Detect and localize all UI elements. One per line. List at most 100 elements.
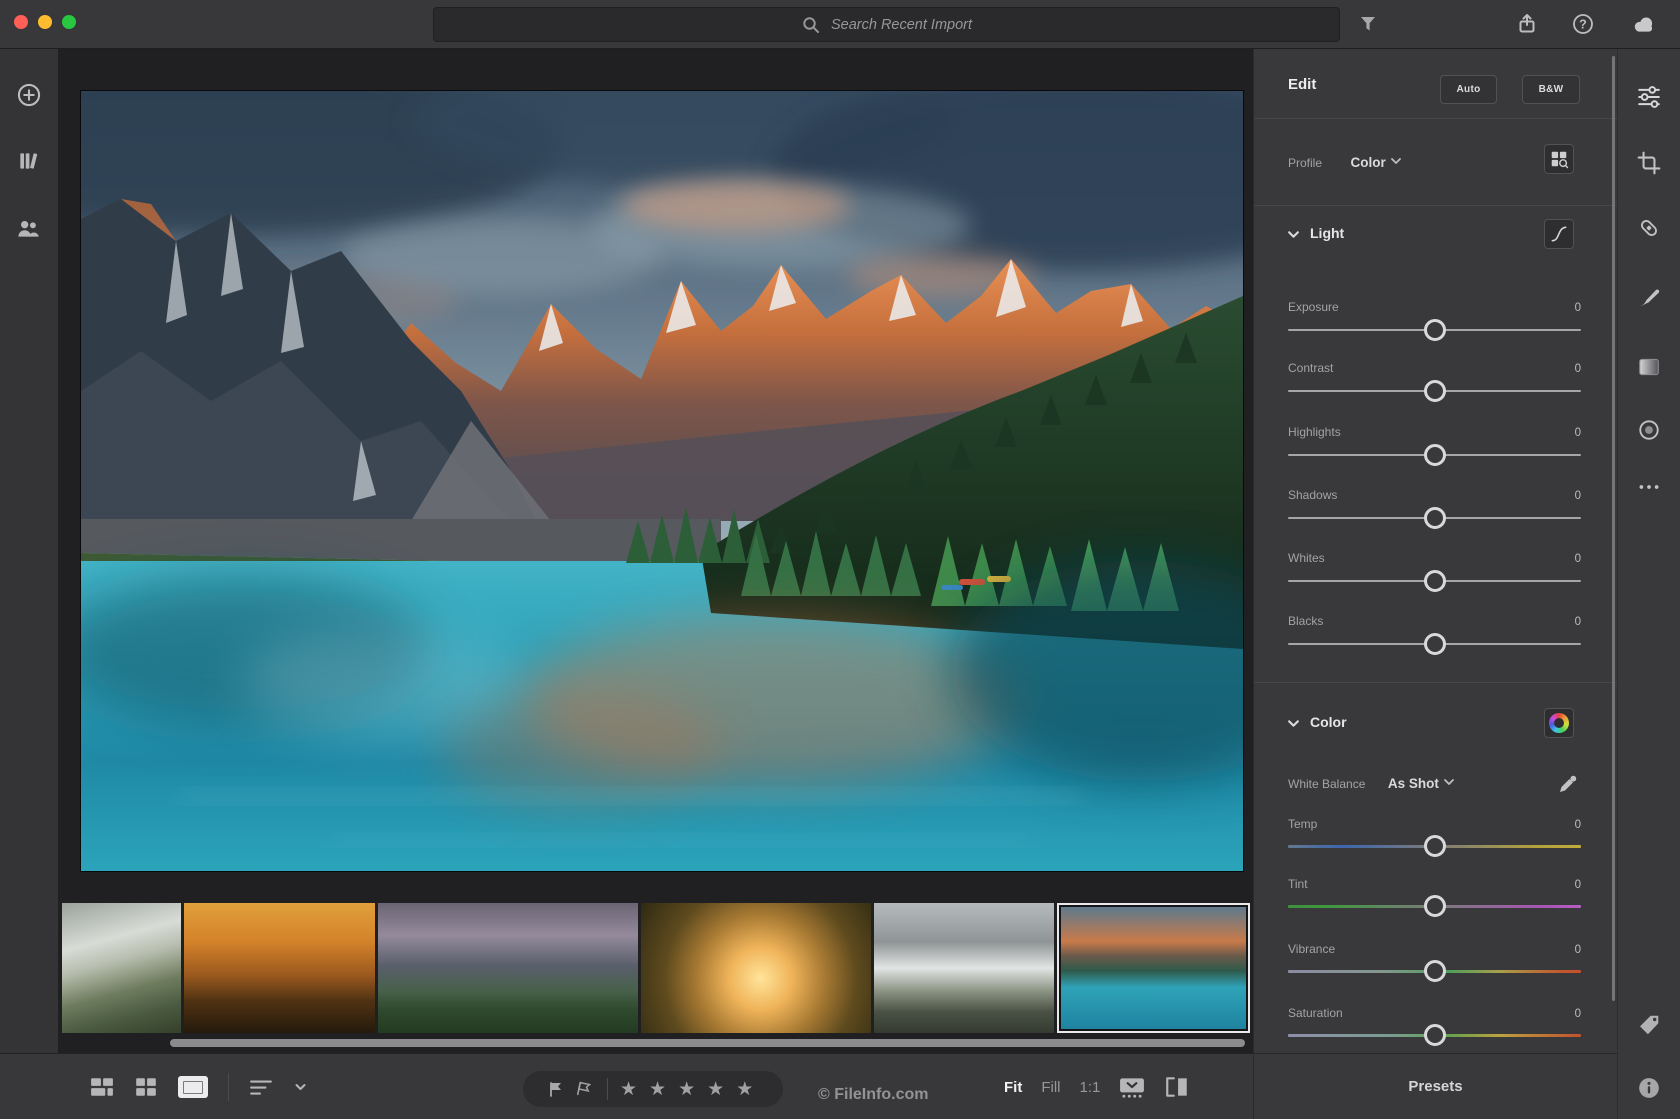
bw-button[interactable]: B&W: [1522, 75, 1580, 104]
slider-value: 0: [1575, 302, 1581, 314]
star-icon[interactable]: ★: [736, 1080, 753, 1099]
filmstrip-thumb-snowy-path[interactable]: [62, 903, 181, 1033]
help-icon[interactable]: ?: [1570, 11, 1596, 37]
edit-panel-title: Edit: [1288, 76, 1316, 93]
filmstrip-thumb-golden-sunset[interactable]: [184, 903, 375, 1033]
profile-chevron-down-icon[interactable]: [1390, 155, 1402, 167]
slider-track[interactable]: [1288, 845, 1581, 848]
minimize-window-button[interactable]: [38, 15, 52, 29]
slider-shadows: Shadows 0: [1288, 488, 1581, 532]
filmstrip-thumb-tree-sunburst[interactable]: [641, 903, 871, 1033]
slider-knob[interactable]: [1424, 507, 1446, 529]
star-icon[interactable]: ★: [649, 1080, 666, 1099]
slider-highlights: Highlights0: [1288, 425, 1581, 469]
zoom-fill-button[interactable]: Fill: [1041, 1079, 1060, 1096]
main-photo-moraine-lake[interactable]: [80, 90, 1244, 872]
search-input[interactable]: Search Recent Import: [433, 7, 1340, 42]
square-grid-view-icon[interactable]: [134, 1076, 158, 1098]
slider-knob[interactable]: [1424, 319, 1446, 341]
slider-label: Shadows: [1288, 488, 1337, 502]
rating-flag-pill: ★ ★ ★ ★ ★: [523, 1071, 783, 1107]
presets-button[interactable]: Presets: [1408, 1078, 1462, 1095]
more-options-icon[interactable]: [1637, 475, 1661, 499]
pick-flag-icon[interactable]: [547, 1080, 565, 1098]
slider-knob[interactable]: [1424, 444, 1446, 466]
zoom-fit-button[interactable]: Fit: [1004, 1079, 1022, 1096]
sharing-people-icon[interactable]: [16, 216, 42, 242]
slider-track[interactable]: [1288, 905, 1581, 908]
slider-track[interactable]: [1288, 517, 1581, 519]
filmstrip-thumb-mountain-stream[interactable]: [874, 903, 1054, 1033]
panel-scrollbar[interactable]: [1612, 56, 1615, 1001]
slider-knob[interactable]: [1424, 895, 1446, 917]
presets-bar[interactable]: Presets: [1253, 1053, 1617, 1119]
slider-label: Highlights: [1288, 425, 1341, 439]
slider-knob[interactable]: [1424, 835, 1446, 857]
share-icon[interactable]: [1514, 11, 1540, 37]
info-icon[interactable]: [1637, 1076, 1661, 1100]
zoom-1to1-button[interactable]: 1:1: [1080, 1079, 1101, 1096]
white-balance-row: White Balance As Shot: [1288, 775, 1581, 805]
white-balance-label: White Balance: [1288, 777, 1365, 791]
color-section-header[interactable]: Color: [1254, 708, 1618, 738]
profile-value[interactable]: Color: [1350, 155, 1385, 170]
slider-knob[interactable]: [1424, 380, 1446, 402]
filmstrip-scrollbar[interactable]: [170, 1039, 1245, 1047]
slider-exposure: Exposure0: [1288, 300, 1581, 344]
slider-track[interactable]: [1288, 390, 1581, 392]
slider-blacks: Blacks0: [1288, 614, 1581, 658]
linear-gradient-tool-icon[interactable]: [1637, 355, 1661, 379]
filter-funnel-icon[interactable]: [1355, 11, 1381, 37]
slider-value: 0: [1575, 490, 1581, 502]
my-photos-library-icon[interactable]: [16, 148, 42, 174]
slider-track[interactable]: [1288, 643, 1581, 645]
crop-tool-icon[interactable]: [1637, 151, 1661, 175]
slider-knob[interactable]: [1424, 633, 1446, 655]
slider-track[interactable]: [1288, 970, 1581, 973]
color-mixer-wheel-icon[interactable]: [1544, 708, 1574, 738]
star-rating[interactable]: ★ ★ ★ ★ ★: [620, 1080, 753, 1099]
sort-chevron-down-icon[interactable]: [293, 1080, 308, 1094]
filmstrip-thumb-storm-clouds[interactable]: [378, 903, 638, 1033]
add-photos-icon[interactable]: [16, 82, 42, 108]
filmstrip-thumb-moraine-lake-selected[interactable]: [1057, 903, 1250, 1033]
reject-flag-icon[interactable]: [575, 1080, 593, 1098]
close-window-button[interactable]: [14, 15, 28, 29]
detail-view-icon-active[interactable]: [178, 1076, 208, 1098]
light-section-header[interactable]: Light: [1254, 219, 1618, 249]
profile-browser-icon[interactable]: [1544, 144, 1574, 174]
white-balance-chevron-down-icon[interactable]: [1443, 776, 1455, 788]
slider-track[interactable]: [1288, 580, 1581, 582]
slider-track[interactable]: [1288, 1034, 1581, 1037]
filmstrip-toggle-icon[interactable]: [1119, 1075, 1145, 1099]
before-after-view-icon[interactable]: [1164, 1075, 1190, 1099]
light-chevron-down-icon[interactable]: [1287, 228, 1300, 241]
slider-track[interactable]: [1288, 329, 1581, 331]
zoom-window-button[interactable]: [62, 15, 76, 29]
edit-sliders-icon[interactable]: [1637, 85, 1661, 109]
radial-gradient-tool-icon[interactable]: [1637, 418, 1661, 442]
slider-temp: Temp0: [1288, 817, 1581, 861]
sort-order-icon[interactable]: [249, 1076, 273, 1098]
color-chevron-down-icon[interactable]: [1287, 717, 1300, 730]
star-icon[interactable]: ★: [678, 1080, 695, 1099]
slider-knob[interactable]: [1424, 570, 1446, 592]
cloud-sync-icon[interactable]: [1631, 11, 1657, 37]
slider-label: Temp: [1288, 817, 1317, 831]
slider-knob[interactable]: [1424, 1024, 1446, 1046]
white-balance-eyedropper-icon[interactable]: [1557, 773, 1579, 795]
photo-grid-view-icon[interactable]: [90, 1076, 114, 1098]
white-balance-value[interactable]: As Shot: [1388, 776, 1439, 791]
healing-brush-icon[interactable]: [1637, 216, 1661, 240]
color-section-title: Color: [1310, 714, 1347, 730]
auto-button[interactable]: Auto: [1440, 75, 1497, 104]
star-icon[interactable]: ★: [707, 1080, 724, 1099]
slider-track[interactable]: [1288, 454, 1581, 456]
keywords-tag-icon[interactable]: [1637, 1013, 1661, 1037]
light-section-title: Light: [1310, 225, 1344, 241]
tone-curve-icon[interactable]: [1544, 219, 1574, 249]
star-icon[interactable]: ★: [620, 1080, 637, 1099]
slider-knob[interactable]: [1424, 960, 1446, 982]
brush-tool-icon[interactable]: [1637, 285, 1661, 309]
lightroom-window: Search Recent Import ?: [0, 0, 1680, 1119]
